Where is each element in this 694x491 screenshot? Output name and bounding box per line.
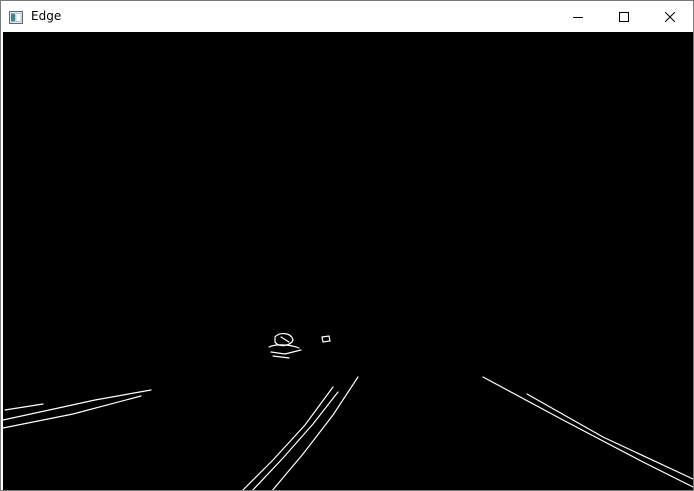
close-button[interactable] xyxy=(647,1,693,32)
edge-image xyxy=(3,333,693,490)
close-icon xyxy=(664,7,676,26)
center-lane-line-3 xyxy=(271,376,359,490)
car-outline-5 xyxy=(280,336,290,343)
left-lane-edge-2 xyxy=(3,395,142,429)
center-lane-line-1 xyxy=(242,386,334,490)
left-lane-edge-1 xyxy=(3,389,152,421)
car-outline-4 xyxy=(272,355,290,359)
edge-image-canvas xyxy=(3,32,693,490)
car-outline-1 xyxy=(274,333,294,347)
car-outline-3 xyxy=(270,349,302,355)
window-title: Edge xyxy=(31,9,62,23)
left-lane-edge-3 xyxy=(4,403,44,411)
maximize-icon xyxy=(619,7,629,26)
minimize-button[interactable] xyxy=(555,1,601,32)
minimize-icon xyxy=(573,7,583,26)
distant-object xyxy=(321,335,331,343)
car-outline-2 xyxy=(268,344,300,349)
right-lane-line-2 xyxy=(526,393,693,480)
maximize-button[interactable] xyxy=(601,1,647,32)
app-window: Edge xyxy=(0,0,694,491)
center-lane-line-2 xyxy=(252,391,339,490)
right-lane-line-1 xyxy=(482,376,693,488)
title-bar[interactable]: Edge xyxy=(1,1,693,32)
app-window-icon xyxy=(9,9,23,24)
